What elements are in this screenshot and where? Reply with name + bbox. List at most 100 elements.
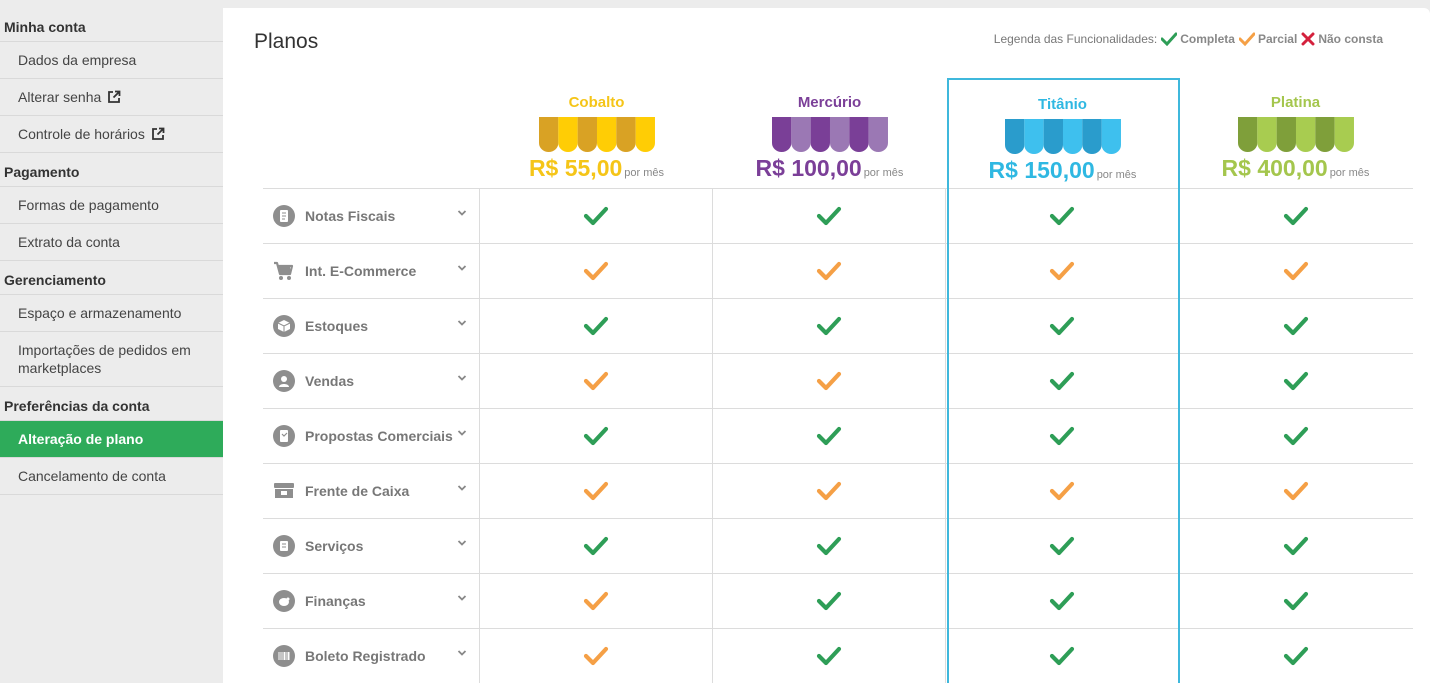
feature-label: Finanças <box>305 593 366 609</box>
check-icon <box>1049 591 1075 611</box>
plan-column-header[interactable]: Titânio R$ 150,00 por mês <box>946 80 1179 190</box>
partial-check-icon <box>816 261 842 281</box>
table-row: Notas Fiscais <box>263 188 1413 243</box>
plan-name: Cobalto <box>568 94 625 111</box>
sidebar-section-title: Gerenciamento <box>0 261 223 295</box>
sidebar-item[interactable]: Extrato da conta <box>0 224 223 261</box>
feature-toggle[interactable]: Vendas <box>263 354 480 408</box>
chevron-down-icon <box>457 485 467 491</box>
partial-check-icon <box>1049 261 1075 281</box>
box-icon <box>273 315 295 337</box>
feature-label: Serviços <box>305 538 364 554</box>
sidebar-item[interactable]: Alteração de plano <box>0 421 223 458</box>
feature-status-cell <box>946 464 1179 518</box>
feature-status-cell <box>480 629 713 683</box>
check-icon <box>816 536 842 556</box>
sidebar-item[interactable]: Cancelamento de conta <box>0 458 223 495</box>
feature-status-cell <box>480 574 713 628</box>
feature-label: Vendas <box>305 373 355 389</box>
legend-prefix: Legenda das Funcionalidades: <box>993 32 1158 46</box>
plan-price-row: R$ 55,00 por mês <box>480 155 713 182</box>
feature-status-cell <box>480 464 713 518</box>
feature-status-cell <box>1179 464 1412 518</box>
plan-column-header[interactable]: Cobalto R$ 55,00 por mês <box>480 78 713 188</box>
feature-label: Boleto Registrado <box>305 648 426 664</box>
check-icon <box>1049 646 1075 666</box>
plan-period: por mês <box>1096 169 1137 181</box>
chevron-down-icon <box>457 430 467 436</box>
sidebar-item[interactable]: Formas de pagamento <box>0 187 223 224</box>
sidebar-section-title: Minha conta <box>0 8 223 42</box>
check-icon <box>583 536 609 556</box>
sidebar-item[interactable]: Controle de horários <box>0 116 223 153</box>
feature-label: Propostas Comerciais <box>305 428 453 444</box>
plan-period: por mês <box>863 167 904 179</box>
feature-label: Estoques <box>305 318 369 334</box>
services-icon <box>273 535 295 557</box>
check-icon <box>816 646 842 666</box>
sidebar-item[interactable]: Dados da empresa <box>0 42 223 79</box>
feature-toggle[interactable]: Finanças <box>263 574 480 628</box>
sidebar-item-label: Alteração de plano <box>18 431 144 447</box>
feature-status-cell <box>946 354 1179 408</box>
partial-check-icon <box>816 481 842 501</box>
feature-status-cell <box>946 519 1179 573</box>
chevron-down-icon <box>457 320 467 326</box>
sidebar-item-label: Espaço e armazenamento <box>18 305 182 321</box>
check-icon <box>583 206 609 226</box>
chevron-down-icon <box>457 595 467 601</box>
chevron-down-icon <box>457 540 467 546</box>
feature-status-cell <box>946 629 1179 683</box>
plan-period: por mês <box>624 167 665 179</box>
feature-toggle[interactable]: Propostas Comerciais <box>263 409 480 463</box>
check-icon <box>1049 426 1075 446</box>
feature-status-cell <box>480 519 713 573</box>
check-icon <box>583 316 609 336</box>
partial-check-icon <box>583 481 609 501</box>
feature-status-cell <box>1179 574 1412 628</box>
feature-status-cell <box>480 189 713 243</box>
feature-toggle[interactable]: Notas Fiscais <box>263 189 480 243</box>
legend-partial: Parcial <box>1238 32 1298 46</box>
feature-label: Int. E-Commerce <box>305 263 417 279</box>
feature-toggle[interactable]: Frente de Caixa <box>263 464 480 518</box>
sales-icon <box>273 370 295 392</box>
legend: Legenda das Funcionalidades: Completa Pa… <box>994 32 1383 46</box>
sidebar-item[interactable]: Alterar senha <box>0 79 223 116</box>
partial-check-icon <box>816 371 842 391</box>
plan-column-header[interactable]: Platina R$ 400,00 por mês <box>1179 78 1412 188</box>
plan-price: R$ 400,00 <box>1221 155 1328 181</box>
plan-price-row: R$ 150,00 por mês <box>946 157 1179 184</box>
feature-toggle[interactable]: Int. E-Commerce <box>263 244 480 298</box>
sidebar-item-label: Cancelamento de conta <box>18 468 166 484</box>
sidebar-item[interactable]: Importações de pedidos em marketplaces <box>0 332 223 387</box>
store-awning-icon <box>538 117 655 153</box>
legend-complete-label: Completa <box>1180 32 1235 46</box>
sidebar-section-title: Preferências da conta <box>0 387 223 421</box>
check-icon <box>1283 371 1308 391</box>
chevron-down-icon <box>457 210 467 216</box>
table-row: Estoques <box>263 298 1413 353</box>
feature-toggle[interactable]: Serviços <box>263 519 480 573</box>
check-icon <box>1283 536 1308 556</box>
external-link-icon <box>151 127 165 140</box>
feature-label: Frente de Caixa <box>305 483 410 499</box>
legend-partial-label: Parcial <box>1257 32 1298 46</box>
check-icon <box>1283 646 1308 666</box>
feature-status-cell <box>1179 409 1412 463</box>
feature-status-cell <box>946 574 1179 628</box>
check-icon <box>816 316 842 336</box>
feature-toggle[interactable]: Boleto Registrado <box>263 629 480 683</box>
store-awning-icon <box>771 117 888 153</box>
legend-complete: Completa <box>1161 32 1235 46</box>
feature-toggle[interactable]: Estoques <box>263 299 480 353</box>
feature-status-cell <box>1179 299 1412 353</box>
plan-price-row: R$ 400,00 por mês <box>1179 155 1412 182</box>
partial-check-icon <box>583 261 609 281</box>
sidebar-item[interactable]: Espaço e armazenamento <box>0 295 223 332</box>
plan-name: Titânio <box>1038 96 1087 113</box>
plans-header: Cobalto R$ 55,00 por mês Mercúrio R$ 100,00 p… <box>480 78 1413 188</box>
piggy-bank-icon <box>273 590 295 612</box>
feature-status-cell <box>713 519 946 573</box>
plan-column-header[interactable]: Mercúrio R$ 100,00 por mês <box>713 78 946 188</box>
